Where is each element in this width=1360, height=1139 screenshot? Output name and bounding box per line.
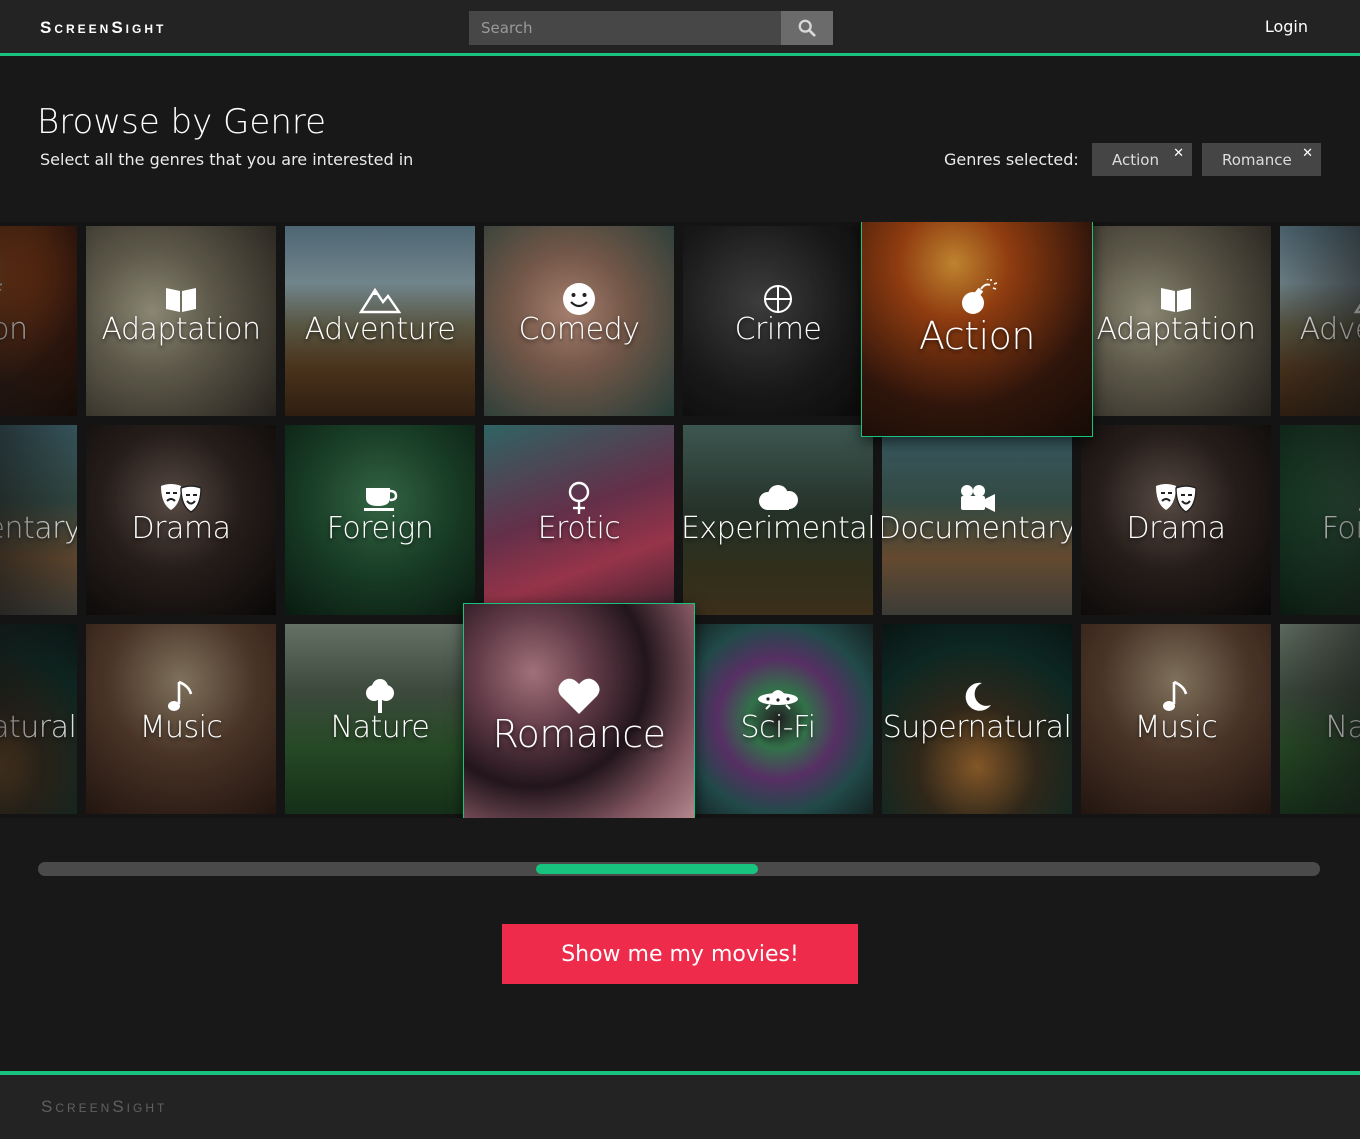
crosshair-icon [683, 282, 873, 316]
genre-tile-music[interactable]: Music [86, 624, 276, 814]
genre-tile-label: Sci-Fi [740, 710, 816, 745]
genre-tile-label: Music [139, 710, 223, 745]
genre-tile-label: Adventure [304, 312, 456, 347]
top-bar: ScreenSight Login [0, 0, 1360, 56]
genre-tile-sci-fi[interactable]: Sci-Fi [683, 624, 873, 814]
genre-tile-label: Music [1134, 710, 1218, 745]
footer-logo: ScreenSight [41, 1097, 168, 1116]
genre-tile-label: Romance [492, 712, 666, 756]
genre-tile-supernatural[interactable]: Supernatural [0, 624, 77, 814]
genre-tile-action[interactable]: Action [861, 222, 1093, 437]
genre-tile-erotic[interactable]: Erotic [484, 425, 674, 615]
camera-icon [882, 481, 1072, 515]
masks-icon [86, 481, 276, 515]
tree-icon [285, 679, 475, 714]
female-icon [484, 481, 674, 515]
genre-tile-foreign[interactable]: Foreign [285, 425, 475, 615]
page-subtitle: Select all the genres that you are inter… [40, 150, 414, 169]
moon-icon [882, 680, 1072, 714]
genre-tile-adventure[interactable]: Adventure [1280, 226, 1360, 416]
genre-tile-label: Crime [734, 312, 822, 347]
genre-tile-label: Supernatural [0, 710, 77, 745]
show-movies-button[interactable]: Show me my movies! [502, 924, 858, 984]
app-logo[interactable]: ScreenSight [40, 18, 166, 38]
chip-label: Action [1112, 150, 1159, 169]
genre-tile-nature[interactable]: Nature [1280, 624, 1360, 814]
genre-tile-documentary[interactable]: Documentary [0, 425, 77, 615]
genre-tile-label: Foreign [326, 511, 434, 546]
remove-chip-icon[interactable]: ✕ [1173, 146, 1184, 161]
camera-icon [0, 481, 77, 515]
genre-tile-experimental[interactable]: Experimental [683, 425, 873, 615]
selected-genre-chip[interactable]: Action ✕ [1092, 143, 1192, 176]
search-input[interactable] [469, 11, 781, 45]
masks-icon [1081, 481, 1271, 515]
genres-selected-label: Genres selected: [944, 150, 1079, 169]
teacup-icon [1280, 481, 1360, 515]
genre-tile-supernatural[interactable]: Supernatural [882, 624, 1072, 814]
genre-tile-label: Action [918, 314, 1036, 358]
genre-tile-music[interactable]: Music [1081, 624, 1271, 814]
login-link[interactable]: Login [1265, 17, 1308, 36]
genre-tile-label: Supernatural [882, 710, 1072, 745]
genre-tile-adaptation[interactable]: Adaptation [1081, 226, 1271, 416]
genre-tile-label: Action [0, 312, 28, 347]
chip-label: Romance [1222, 150, 1292, 169]
teacup-icon [285, 481, 475, 515]
ufo-icon [683, 680, 873, 714]
genre-tile-label: Experimental [683, 511, 873, 546]
bomb-icon [862, 278, 1092, 318]
genre-tile-label: Nature [1325, 710, 1360, 745]
genre-tile-romance[interactable]: Romance [463, 603, 695, 818]
music-icon [86, 680, 276, 714]
music-icon [1081, 680, 1271, 714]
genre-tile-drama[interactable]: Drama [86, 425, 276, 615]
scrollbar-thumb[interactable] [536, 864, 758, 874]
search-icon [798, 19, 816, 37]
genre-grid: Action Adaptation Adventure Comedy Crime Acti… [0, 222, 1360, 818]
genre-tile-label: Erotic [537, 511, 621, 546]
page-title: Browse by Genre [37, 102, 327, 142]
genre-tile-label: Adaptation [1096, 312, 1256, 347]
genre-tile-adaptation[interactable]: Adaptation [86, 226, 276, 416]
genre-tile-comedy[interactable]: Comedy [484, 226, 674, 416]
genre-tile-label: Drama [1126, 511, 1226, 546]
search-button[interactable] [781, 11, 833, 45]
heart-icon [464, 676, 694, 716]
selected-genre-chip[interactable]: Romance ✕ [1202, 143, 1321, 176]
genre-tile-drama[interactable]: Drama [1081, 425, 1271, 615]
footer: ScreenSight [0, 1071, 1360, 1139]
genre-tile-label: Documentary [0, 511, 77, 546]
genre-tile-adventure[interactable]: Adventure [285, 226, 475, 416]
genre-tile-documentary[interactable]: Documentary [882, 425, 1072, 615]
genre-tile-label: Comedy [518, 312, 640, 347]
horizontal-scrollbar[interactable] [38, 862, 1320, 876]
genre-tile-foreign[interactable]: Foreign [1280, 425, 1360, 615]
genre-tile-action[interactable]: Action [0, 226, 77, 416]
cloud-icon [683, 481, 873, 515]
genre-tile-label: Documentary [882, 511, 1072, 546]
bomb-icon [0, 282, 77, 316]
genre-tile-label: Foreign [1321, 511, 1360, 546]
genre-tile-label: Adaptation [101, 312, 261, 347]
genre-tile-label: Drama [131, 511, 231, 546]
genre-tile-label: Nature [330, 710, 430, 745]
remove-chip-icon[interactable]: ✕ [1302, 146, 1313, 161]
moon-icon [0, 680, 77, 714]
genre-tile-label: Adventure [1299, 312, 1360, 347]
genre-tile-crime[interactable]: Crime [683, 226, 873, 416]
book-icon [1081, 282, 1271, 316]
tree-icon [1280, 680, 1360, 714]
mountain-icon [285, 282, 475, 316]
mountain-icon [1280, 282, 1360, 316]
smiley-icon [484, 282, 674, 316]
search-bar [469, 11, 833, 45]
genre-tile-nature[interactable]: Nature [285, 624, 475, 814]
book-icon [86, 282, 276, 316]
